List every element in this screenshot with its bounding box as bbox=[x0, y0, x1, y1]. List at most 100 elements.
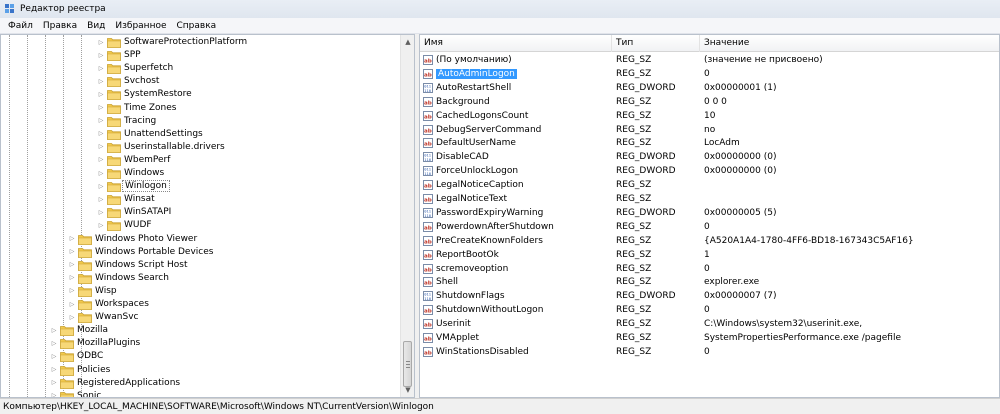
folder-icon bbox=[60, 378, 74, 389]
string-value-icon: ab bbox=[423, 55, 433, 65]
expand-arrow-icon[interactable]: ▷ bbox=[97, 195, 105, 203]
expand-arrow-icon[interactable]: ▷ bbox=[97, 38, 105, 46]
tree-item[interactable]: ▷ Windows Portable Devices bbox=[1, 246, 400, 259]
expand-arrow-icon[interactable]: ▷ bbox=[50, 379, 58, 387]
expand-arrow-icon[interactable]: ▷ bbox=[68, 287, 76, 295]
svg-text:ab: ab bbox=[424, 114, 432, 120]
expand-arrow-icon[interactable]: ▷ bbox=[68, 235, 76, 243]
expand-arrow-icon[interactable]: ▷ bbox=[97, 64, 105, 72]
expand-arrow-icon[interactable]: ▷ bbox=[50, 326, 58, 334]
expand-arrow-icon[interactable]: ▷ bbox=[97, 143, 105, 151]
tree-item[interactable]: ▷ WbemPerf bbox=[1, 154, 400, 167]
tree-item[interactable]: ▷ WinSATAPI bbox=[1, 206, 400, 219]
expand-arrow-icon[interactable]: ▷ bbox=[50, 366, 58, 374]
value-row[interactable]: 011 110 DisableCAD REG_DWORD 0x00000000 (0) bbox=[420, 150, 999, 164]
value-row[interactable]: ab DebugServerCommand REG_SZ no bbox=[420, 123, 999, 137]
value-row[interactable]: ab VMApplet REG_SZ SystemPropertiesPerforma… bbox=[420, 331, 999, 345]
expand-arrow-icon[interactable]: ▷ bbox=[97, 77, 105, 85]
value-row[interactable]: ab Shell REG_SZ explorer.exe bbox=[420, 275, 999, 289]
value-row[interactable]: 011 110 PasswordExpiryWarning REG_DWORD 0x00… bbox=[420, 206, 999, 220]
tree-item[interactable]: ▷ Sonic bbox=[1, 390, 400, 397]
tree-vertical-scrollbar[interactable]: ▲ ▼ bbox=[400, 35, 414, 397]
value-data: 0 bbox=[704, 263, 710, 274]
expand-arrow-icon[interactable]: ▷ bbox=[97, 182, 105, 190]
tree-item[interactable]: ▷ Svchost bbox=[1, 75, 400, 88]
value-row[interactable]: ab ReportBootOk REG_SZ 1 bbox=[420, 248, 999, 262]
value-name: ReportBootOk bbox=[436, 249, 499, 260]
value-row[interactable]: ab PreCreateKnownFolders REG_SZ {A520A1A4-1… bbox=[420, 234, 999, 248]
tree-item[interactable]: ▷ SystemRestore bbox=[1, 88, 400, 101]
expand-arrow-icon[interactable]: ▷ bbox=[68, 313, 76, 321]
binary-value-icon: 011 110 bbox=[423, 291, 433, 302]
scroll-up-arrow-icon[interactable]: ▲ bbox=[401, 35, 414, 49]
value-name: Userinit bbox=[436, 319, 471, 330]
value-row[interactable]: ab ShutdownWithoutLogon REG_SZ 0 bbox=[420, 303, 999, 317]
tree-item[interactable]: ▷ UnattendSettings bbox=[1, 128, 400, 141]
tree-item[interactable]: ▷ ODBC bbox=[1, 350, 400, 363]
expand-arrow-icon[interactable]: ▷ bbox=[68, 261, 76, 269]
expand-arrow-icon[interactable]: ▷ bbox=[50, 339, 58, 347]
tree-item[interactable]: ▷ SPP bbox=[1, 49, 400, 62]
tree-item[interactable]: ▷ Windows bbox=[1, 167, 400, 180]
expand-arrow-icon[interactable]: ▷ bbox=[97, 104, 105, 112]
value-row[interactable]: ab Background REG_SZ 0 0 0 bbox=[420, 95, 999, 109]
tree-item[interactable]: ▷ Winlogon bbox=[1, 180, 400, 193]
scroll-thumb[interactable] bbox=[403, 341, 412, 387]
tree-item[interactable]: ▷ SoftwareProtectionPlatform bbox=[1, 36, 400, 49]
tree-item[interactable]: ▷ Winsat bbox=[1, 193, 400, 206]
value-row[interactable]: ab PowerdownAfterShutdown REG_SZ 0 bbox=[420, 220, 999, 234]
tree-item[interactable]: ▷ Superfetch bbox=[1, 62, 400, 75]
tree-item[interactable]: ▷ Tracing bbox=[1, 115, 400, 128]
value-row[interactable]: ab AutoAdminLogon REG_SZ 0 bbox=[420, 67, 999, 81]
menu-favorites[interactable]: Избранное bbox=[110, 21, 171, 31]
tree-item[interactable]: ▷ Mozilla bbox=[1, 324, 400, 337]
column-header-name[interactable]: Имя bbox=[420, 35, 612, 52]
expand-arrow-icon[interactable]: ▷ bbox=[68, 274, 76, 282]
tree-item[interactable]: ▷ WUDF bbox=[1, 219, 400, 232]
expand-arrow-icon[interactable]: ▷ bbox=[97, 90, 105, 98]
column-header-type[interactable]: Тип bbox=[612, 35, 700, 52]
tree-item[interactable]: ▷ RegisteredApplications bbox=[1, 377, 400, 390]
value-row[interactable]: ab LegalNoticeCaption REG_SZ bbox=[420, 178, 999, 192]
value-row[interactable]: ab DefaultUserName REG_SZ LocAdm bbox=[420, 136, 999, 150]
folder-icon bbox=[107, 142, 121, 153]
tree-item[interactable]: ▷ Workspaces bbox=[1, 298, 400, 311]
expand-arrow-icon[interactable]: ▷ bbox=[97, 130, 105, 138]
tree-item[interactable]: ▷ Userinstallable.drivers bbox=[1, 141, 400, 154]
expand-arrow-icon[interactable]: ▷ bbox=[68, 300, 76, 308]
tree-item[interactable]: ▷ Wisp bbox=[1, 285, 400, 298]
expand-arrow-icon[interactable]: ▷ bbox=[97, 156, 105, 164]
menu-file[interactable]: Файл bbox=[3, 21, 38, 31]
tree-item[interactable]: ▷ Windows Search bbox=[1, 272, 400, 285]
expand-arrow-icon[interactable]: ▷ bbox=[50, 352, 58, 360]
tree-item[interactable]: ▷ Time Zones bbox=[1, 102, 400, 115]
tree-item[interactable]: ▷ Policies bbox=[1, 364, 400, 377]
expand-arrow-icon[interactable]: ▷ bbox=[97, 221, 105, 229]
value-row[interactable]: ab (По умолчанию) REG_SZ (значение не присв… bbox=[420, 53, 999, 67]
tree-item-label: RegisteredApplications bbox=[77, 377, 181, 388]
value-row[interactable]: 011 110 ForceUnlockLogon REG_DWORD 0x0000000… bbox=[420, 164, 999, 178]
expand-arrow-icon[interactable]: ▷ bbox=[97, 169, 105, 177]
value-row[interactable]: ab WinStationsDisabled REG_SZ 0 bbox=[420, 345, 999, 359]
value-type: REG_SZ bbox=[616, 110, 652, 121]
menu-view[interactable]: Вид bbox=[82, 21, 110, 31]
value-type: REG_SZ bbox=[616, 124, 652, 135]
value-row[interactable]: ab LegalNoticeText REG_SZ bbox=[420, 192, 999, 206]
tree-item[interactable]: ▷ MozillaPlugins bbox=[1, 337, 400, 350]
expand-arrow-icon[interactable]: ▷ bbox=[97, 117, 105, 125]
tree-item[interactable]: ▷ Windows Script Host bbox=[1, 259, 400, 272]
value-row[interactable]: ab Userinit REG_SZ C:\Windows\system32\user… bbox=[420, 317, 999, 331]
expand-arrow-icon[interactable]: ▷ bbox=[97, 208, 105, 216]
column-header-value[interactable]: Значение bbox=[700, 35, 999, 52]
tree-item[interactable]: ▷ Windows Photo Viewer bbox=[1, 233, 400, 246]
tree-item[interactable]: ▷ WwanSvc bbox=[1, 311, 400, 324]
expand-arrow-icon[interactable]: ▷ bbox=[68, 248, 76, 256]
value-row[interactable]: 011 110 AutoRestartShell REG_DWORD 0x0000000… bbox=[420, 81, 999, 95]
menu-edit[interactable]: Правка bbox=[38, 21, 82, 31]
scroll-down-arrow-icon[interactable]: ▼ bbox=[401, 383, 414, 397]
value-row[interactable]: ab scremoveoption REG_SZ 0 bbox=[420, 262, 999, 276]
expand-arrow-icon[interactable]: ▷ bbox=[97, 51, 105, 59]
menu-help[interactable]: Справка bbox=[172, 21, 222, 31]
value-row[interactable]: 011 110 ShutdownFlags REG_DWORD 0x00000007 (… bbox=[420, 289, 999, 303]
value-row[interactable]: ab CachedLogonsCount REG_SZ 10 bbox=[420, 109, 999, 123]
